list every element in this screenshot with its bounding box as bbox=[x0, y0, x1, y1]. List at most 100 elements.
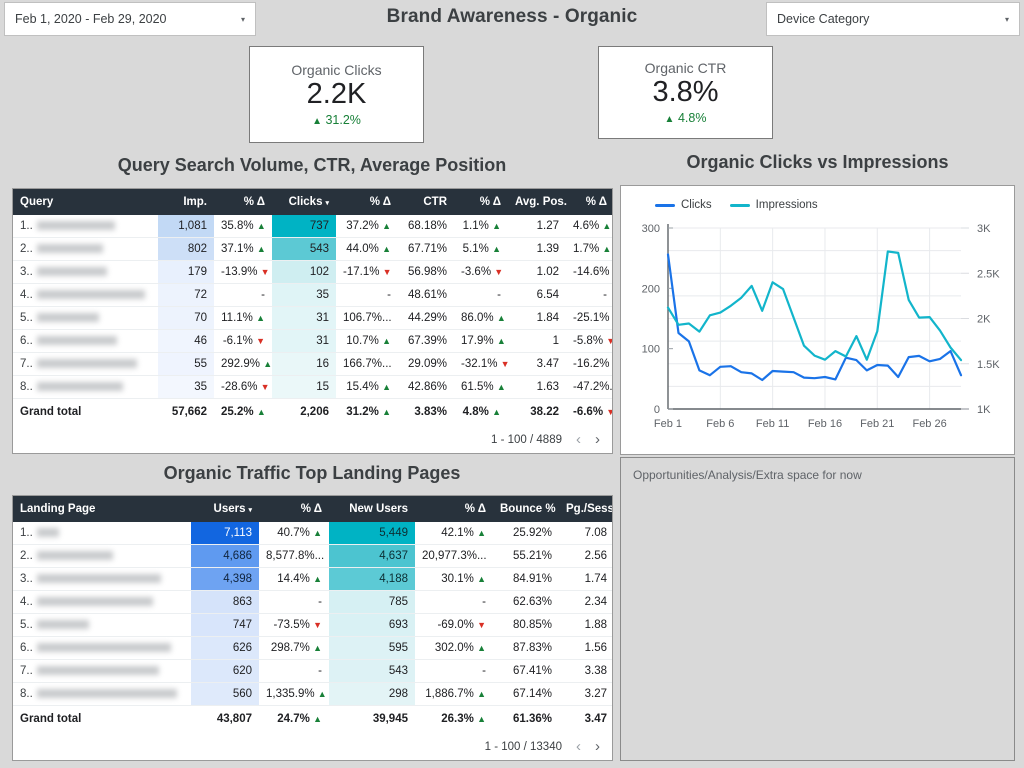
table-row[interactable]: 1.. 7,113 40.7% ▲ 5,449 42.1% ▲ 25.92% 7.08 bbox=[13, 522, 612, 545]
cell-query: 7.. bbox=[13, 352, 158, 376]
next-page-icon[interactable]: › bbox=[595, 431, 600, 448]
cell-impressions: 46 bbox=[158, 329, 214, 353]
arrow-down-icon: ▼ bbox=[606, 336, 612, 346]
cell-new-users-delta: 302.0% ▲ bbox=[415, 636, 493, 660]
scorecard-value: 3.8% bbox=[652, 75, 719, 108]
cell-impressions-delta: -28.6% ▼ bbox=[214, 375, 272, 399]
column-header-users-1[interactable]: Users ▾ bbox=[191, 496, 259, 522]
prev-page-icon[interactable]: ‹ bbox=[576, 738, 581, 755]
cell-grand-total-clicks-delta: 31.2% ▲ bbox=[336, 398, 398, 425]
arrow-down-icon: ▼ bbox=[313, 620, 322, 630]
x-axis-tick-label: Feb 21 bbox=[860, 418, 894, 430]
prev-page-icon[interactable]: ‹ bbox=[576, 431, 581, 448]
table-row[interactable]: 4.. 863-785-62.63% 2.34 bbox=[13, 590, 612, 614]
cell-clicks: 737 bbox=[272, 215, 336, 238]
cell-new-users-delta: 42.1% ▲ bbox=[415, 522, 493, 545]
table-row[interactable]: 3.. 4,398 14.4% ▲ 4,188 30.1% ▲ 84.91% 1.74 bbox=[13, 567, 612, 591]
cell-query: 3.. bbox=[13, 260, 158, 284]
column-header--8[interactable]: % Δ bbox=[566, 189, 612, 215]
redacted-label bbox=[36, 244, 103, 254]
redacted-label bbox=[36, 267, 107, 277]
row-index: 7.. bbox=[20, 665, 33, 677]
table-row[interactable]: 6.. 46 -6.1% ▼ 31 10.7% ▲ 67.39% 17.9% ▲ 1 -5.8%… bbox=[13, 329, 612, 353]
chart-series-impressions[interactable] bbox=[666, 250, 963, 362]
row-index: 6.. bbox=[20, 335, 33, 347]
cell-bounce-rate: 62.63% bbox=[493, 590, 559, 614]
table-row[interactable]: 6.. 626 298.7% ▲ 595 302.0% ▲ 87.83% 1.56 bbox=[13, 636, 612, 660]
column-header--2[interactable]: % Δ bbox=[259, 496, 329, 522]
cell-clicks-delta: 166.7%... bbox=[336, 352, 398, 376]
cell-impressions-delta: 37.1% ▲ bbox=[214, 237, 272, 261]
cell-clicks: 16 bbox=[272, 352, 336, 376]
arrow-down-icon: ▼ bbox=[382, 267, 392, 277]
cell-new-users: 298 bbox=[329, 682, 415, 706]
cell-users: 4,686 bbox=[191, 544, 259, 568]
cell-bounce-rate: 55.21% bbox=[493, 544, 559, 568]
y-axis-tick-label-right: 1.5K bbox=[977, 359, 1000, 371]
row-index: 6.. bbox=[20, 642, 33, 654]
arrow-up-icon: ▲ bbox=[313, 643, 322, 653]
table-row[interactable]: 5.. 747 -73.5% ▼ 693 -69.0% ▼ 80.85% 1.88 bbox=[13, 613, 612, 637]
cell-clicks-delta: 37.2% ▲ bbox=[336, 215, 398, 238]
legend-swatch-clicks bbox=[655, 203, 675, 207]
cell-clicks-delta: 44.0% ▲ bbox=[336, 237, 398, 261]
y-axis-tick-label-right: 3K bbox=[977, 223, 991, 235]
query-table: Query Imp.% Δ Clicks ▾% Δ CTR% Δ Avg. Pos.% Δ… bbox=[13, 189, 612, 425]
cell-users-delta: - bbox=[259, 590, 329, 614]
table-row[interactable]: 3.. 179 -13.9% ▼ 102 -17.1% ▼ 56.98% -3.6% ▼ 1.… bbox=[13, 260, 612, 284]
arrow-up-icon: ▲ bbox=[496, 382, 506, 392]
cell-avg-position-delta: -25.1% ▼ bbox=[566, 306, 612, 330]
legend-item-clicks[interactable]: Clicks bbox=[655, 199, 712, 211]
column-header-pg-session-6[interactable]: Pg./Session bbox=[559, 496, 612, 522]
column-header-query-0[interactable]: Query bbox=[13, 189, 158, 215]
arrow-down-icon: ▼ bbox=[501, 359, 508, 369]
cell-new-users-delta: -69.0% ▼ bbox=[415, 613, 493, 637]
redacted-label bbox=[36, 359, 137, 369]
cell-ctr: 67.39% bbox=[398, 329, 454, 353]
cell-users: 7,113 bbox=[191, 522, 259, 545]
column-header--4[interactable]: % Δ bbox=[336, 189, 398, 215]
query-table-title: Query Search Volume, CTR, Average Positi… bbox=[117, 155, 507, 175]
column-header-imp-1[interactable]: Imp. bbox=[158, 189, 214, 215]
table-row[interactable]: 8.. 560 1,335.9% ▲ 298 1,886.7% ▲ 67.14% 3.27 bbox=[13, 682, 612, 706]
table-row[interactable]: 2.. 4,686 8,577.8%... 4,637 20,977.3%... 55.2… bbox=[13, 544, 612, 568]
cell-query: 2.. bbox=[13, 237, 158, 261]
scorecard-delta-value: 31.2% bbox=[325, 113, 361, 128]
cell-avg-position-delta: -47.2%... bbox=[566, 375, 612, 399]
cell-impressions: 72 bbox=[158, 283, 214, 307]
cell-impressions-delta: - bbox=[214, 283, 272, 307]
cell-clicks-delta: 106.7%... bbox=[336, 306, 398, 330]
column-header-avg-pos-7[interactable]: Avg. Pos. bbox=[508, 189, 567, 215]
redacted-label bbox=[36, 620, 89, 630]
table-row[interactable]: 1.. 1,081 35.8% ▲ 737 37.2% ▲ 68.18% 1.1% ▲ 1.2… bbox=[13, 215, 612, 238]
legend-item-impressions[interactable]: Impressions bbox=[729, 199, 818, 211]
cell-avg-position: 1 bbox=[508, 329, 566, 353]
arrow-up-icon: ▲ bbox=[263, 359, 272, 369]
arrow-up-icon: ▲ bbox=[382, 221, 391, 231]
cell-grand-total-ctr: 3.83% bbox=[398, 398, 454, 425]
cell-avg-position-delta: - bbox=[566, 283, 612, 307]
cell-landing-page: 7.. bbox=[13, 659, 191, 683]
cell-bounce-rate: 84.91% bbox=[493, 567, 559, 591]
cell-avg-position: 1.63 bbox=[508, 375, 566, 399]
column-header-ctr-5[interactable]: CTR bbox=[398, 189, 454, 215]
column-header-clicks-3[interactable]: Clicks ▾ bbox=[272, 189, 336, 215]
table-row[interactable]: 5.. 70 11.1% ▲ 31 106.7%... 44.29% 86.0% ▲ 1.84… bbox=[13, 306, 612, 330]
column-header-landing-page-0[interactable]: Landing Page bbox=[13, 496, 191, 522]
column-header-bounce-5[interactable]: Bounce % bbox=[493, 496, 559, 522]
table-row[interactable]: 2.. 802 37.1% ▲ 543 44.0% ▲ 67.71% 5.1% ▲ 1.39 1… bbox=[13, 237, 612, 261]
line-chart-svg[interactable]: 0 100 200 300 1K 1.5K 2K 2.5K 3K Feb 1 Feb 6 Feb 11… bbox=[621, 186, 1014, 454]
table-row[interactable]: 8.. 35 -28.6% ▼ 15 15.4% ▲ 42.86% 61.5% ▲ 1.63-… bbox=[13, 375, 612, 399]
next-page-icon[interactable]: › bbox=[595, 738, 600, 755]
column-header-new-users-3[interactable]: New Users bbox=[329, 496, 415, 522]
column-header--6[interactable]: % Δ bbox=[454, 189, 508, 215]
column-header--2[interactable]: % Δ bbox=[214, 189, 272, 215]
device-category-filter[interactable]: Device Category ▾ bbox=[766, 2, 1020, 36]
table-row[interactable]: 7.. 55292.9% ▲16166.7%...29.09%-32.1% ▼3.… bbox=[13, 352, 612, 376]
row-index: 5.. bbox=[20, 312, 33, 324]
table-row[interactable]: 7.. 620-543-67.41% 3.38 bbox=[13, 659, 612, 683]
column-header--4[interactable]: % Δ bbox=[415, 496, 493, 522]
table-row[interactable]: 4.. 72-35-48.61% -6.54- bbox=[13, 283, 612, 307]
cell-pages-per-session: 1.74 bbox=[559, 567, 612, 591]
row-index: 4.. bbox=[20, 596, 33, 608]
